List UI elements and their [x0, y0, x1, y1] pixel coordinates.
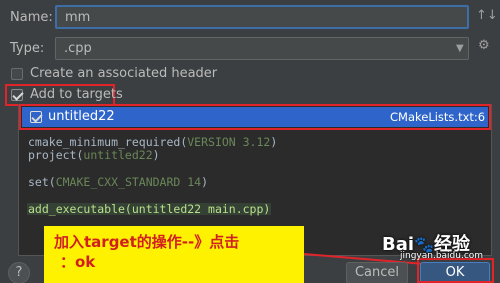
name-input[interactable]: mm	[55, 5, 469, 29]
target-row-highlight	[19, 104, 491, 130]
name-label: Name:	[10, 10, 53, 25]
code-line-1: cmake_minimum_required(VERSION 3.12)	[28, 135, 278, 149]
annotation-line-1: 加入target的操作--》点击	[54, 233, 240, 251]
help-button[interactable]: ?	[8, 262, 30, 283]
name-input-value: mm	[65, 10, 91, 25]
type-label: Type:	[10, 41, 45, 56]
add-to-targets-label: Add to targets	[30, 87, 123, 102]
create-header-checkbox[interactable]	[11, 68, 23, 80]
code-line-4: add_executable(untitled22 main.cpp)	[27, 202, 272, 216]
code-line-3: set(CMAKE_CXX_STANDARD 14)	[28, 175, 209, 189]
add-to-targets-checkbox[interactable]	[11, 89, 23, 101]
annotation-note: 加入target的操作--》点击 ：ok	[44, 226, 304, 283]
code-line-2: project(untitled22)	[28, 148, 160, 162]
ok-button-highlight	[417, 258, 494, 283]
wrench-icon[interactable]: ⚙	[478, 38, 490, 53]
create-header-label: Create an associated header	[30, 66, 218, 81]
annotation-line-2: ：ok	[60, 253, 96, 271]
sort-icon[interactable]: ↑↓	[476, 8, 498, 23]
cancel-button[interactable]: Cancel	[346, 262, 408, 283]
watermark-url: jingyan.baidu.com	[400, 251, 484, 261]
type-select[interactable]: .cpp	[55, 37, 469, 60]
chevron-down-icon: ▼	[456, 43, 464, 54]
type-select-value: .cpp	[64, 41, 92, 56]
